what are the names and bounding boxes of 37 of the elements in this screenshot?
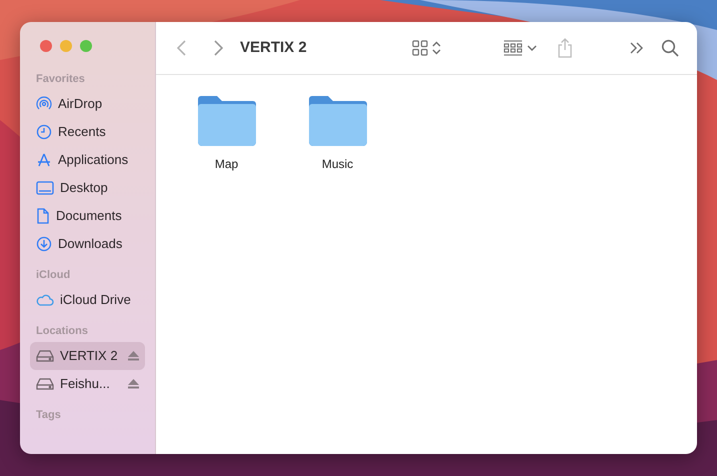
section-heading: Favorites: [35, 72, 86, 86]
section-heading: iCloud: [35, 268, 72, 282]
file-name[interactable]: Music: [322, 155, 354, 173]
zoom-button[interactable]: [80, 40, 92, 52]
desktop-icon: [36, 181, 54, 195]
folder-icon[interactable]: [196, 95, 258, 147]
section-heading: Tags: [35, 408, 62, 422]
drive-icon: [36, 378, 54, 390]
chevron-icon: [526, 44, 537, 52]
section-heading: Locations: [35, 324, 89, 338]
clock-icon: [36, 124, 52, 140]
airdrop-icon: [36, 96, 52, 112]
cloud-icon: [36, 293, 54, 307]
sidebar-item[interactable]: Desktop: [30, 174, 145, 202]
sidebar-item[interactable]: Recents: [30, 118, 145, 146]
document-icon: [36, 208, 50, 224]
sidebar-item[interactable]: AirDrop: [30, 90, 145, 118]
app-store-icon: [36, 152, 52, 168]
file-name[interactable]: Map: [214, 155, 238, 173]
sidebar-item[interactable]: Applications: [30, 146, 145, 174]
grid-icon: [412, 40, 428, 56]
sidebar-item[interactable]: VERTIX 2: [30, 342, 145, 370]
sidebar-item[interactable]: Documents: [30, 202, 145, 230]
search-button[interactable]: [659, 37, 681, 59]
view-mode-button[interactable]: [410, 38, 443, 58]
window-title: VERTIX 2: [240, 38, 307, 58]
drive-icon: [36, 350, 54, 362]
eject-icon[interactable]: [128, 379, 139, 389]
sidebar-item[interactable]: Downloads: [30, 230, 145, 258]
eject-icon[interactable]: [128, 351, 139, 361]
sidebar-item[interactable]: Feishu...: [30, 370, 145, 398]
folder-icon[interactable]: [306, 95, 368, 147]
sidebar-item[interactable]: iCloud Drive: [30, 286, 145, 314]
table-icon: [502, 40, 523, 56]
chevron-icon: [432, 41, 441, 55]
close-button[interactable]: [40, 40, 52, 52]
download-icon: [36, 236, 52, 252]
